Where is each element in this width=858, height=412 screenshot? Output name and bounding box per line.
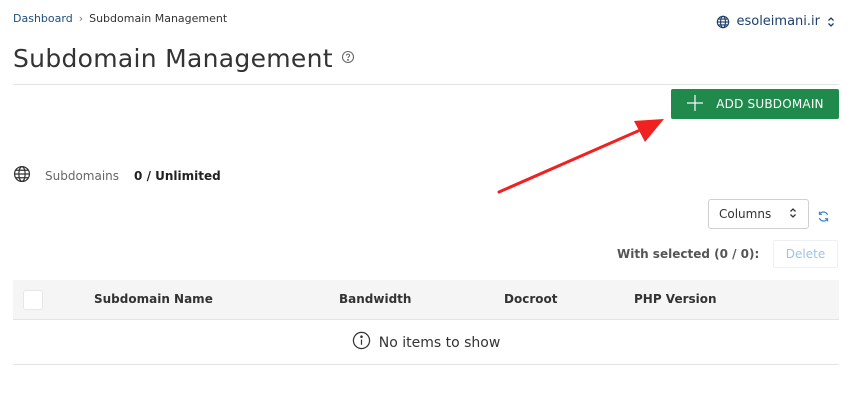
add-subdomain-button[interactable]: ADD SUBDOMAIN xyxy=(671,89,839,119)
page-title: Subdomain Management xyxy=(13,44,333,73)
delete-button[interactable]: Delete xyxy=(773,240,838,268)
chevron-updown-icon xyxy=(788,207,798,222)
page-header: Subdomain Management xyxy=(13,44,355,73)
globe-icon xyxy=(716,15,730,29)
stats-value: 0 / Unlimited xyxy=(134,168,221,183)
column-header-subdomain-name[interactable]: Subdomain Name xyxy=(94,292,213,306)
empty-message: No items to show xyxy=(378,334,501,351)
domain-selector-value: esoleimani.ir xyxy=(736,14,820,29)
breadcrumb-current: Subdomain Management xyxy=(89,12,228,25)
columns-dropdown[interactable]: Columns xyxy=(708,199,809,229)
table-header: Subdomain Name Bandwidth Docroot PHP Ver… xyxy=(13,280,839,320)
header-divider xyxy=(13,84,839,85)
column-header-php-version[interactable]: PHP Version xyxy=(634,292,717,306)
breadcrumb-dashboard-link[interactable]: Dashboard xyxy=(13,12,73,25)
columns-label: Columns xyxy=(719,207,772,221)
breadcrumb-separator: › xyxy=(78,12,84,25)
globe-icon xyxy=(13,165,31,186)
select-all-checkbox[interactable] xyxy=(23,290,43,310)
domain-selector[interactable]: esoleimani.ir xyxy=(716,14,836,29)
help-circle-icon[interactable] xyxy=(341,49,355,68)
column-header-bandwidth[interactable]: Bandwidth xyxy=(339,292,411,306)
refresh-icon[interactable] xyxy=(817,208,830,227)
stats-label: Subdomains xyxy=(45,168,120,183)
chevron-updown-icon xyxy=(826,16,836,28)
add-subdomain-label: ADD SUBDOMAIN xyxy=(716,97,824,111)
with-selected-label: With selected (0 / 0): xyxy=(617,247,760,261)
breadcrumb: Dashboard › Subdomain Management xyxy=(13,12,227,25)
plus-icon xyxy=(686,94,704,115)
subdomain-stats: Subdomains 0 / Unlimited xyxy=(13,165,221,186)
info-circle-icon xyxy=(352,331,371,354)
column-header-docroot[interactable]: Docroot xyxy=(504,292,557,306)
table-empty-row: No items to show xyxy=(13,321,839,365)
page: Dashboard › Subdomain Management esoleim… xyxy=(0,0,858,412)
